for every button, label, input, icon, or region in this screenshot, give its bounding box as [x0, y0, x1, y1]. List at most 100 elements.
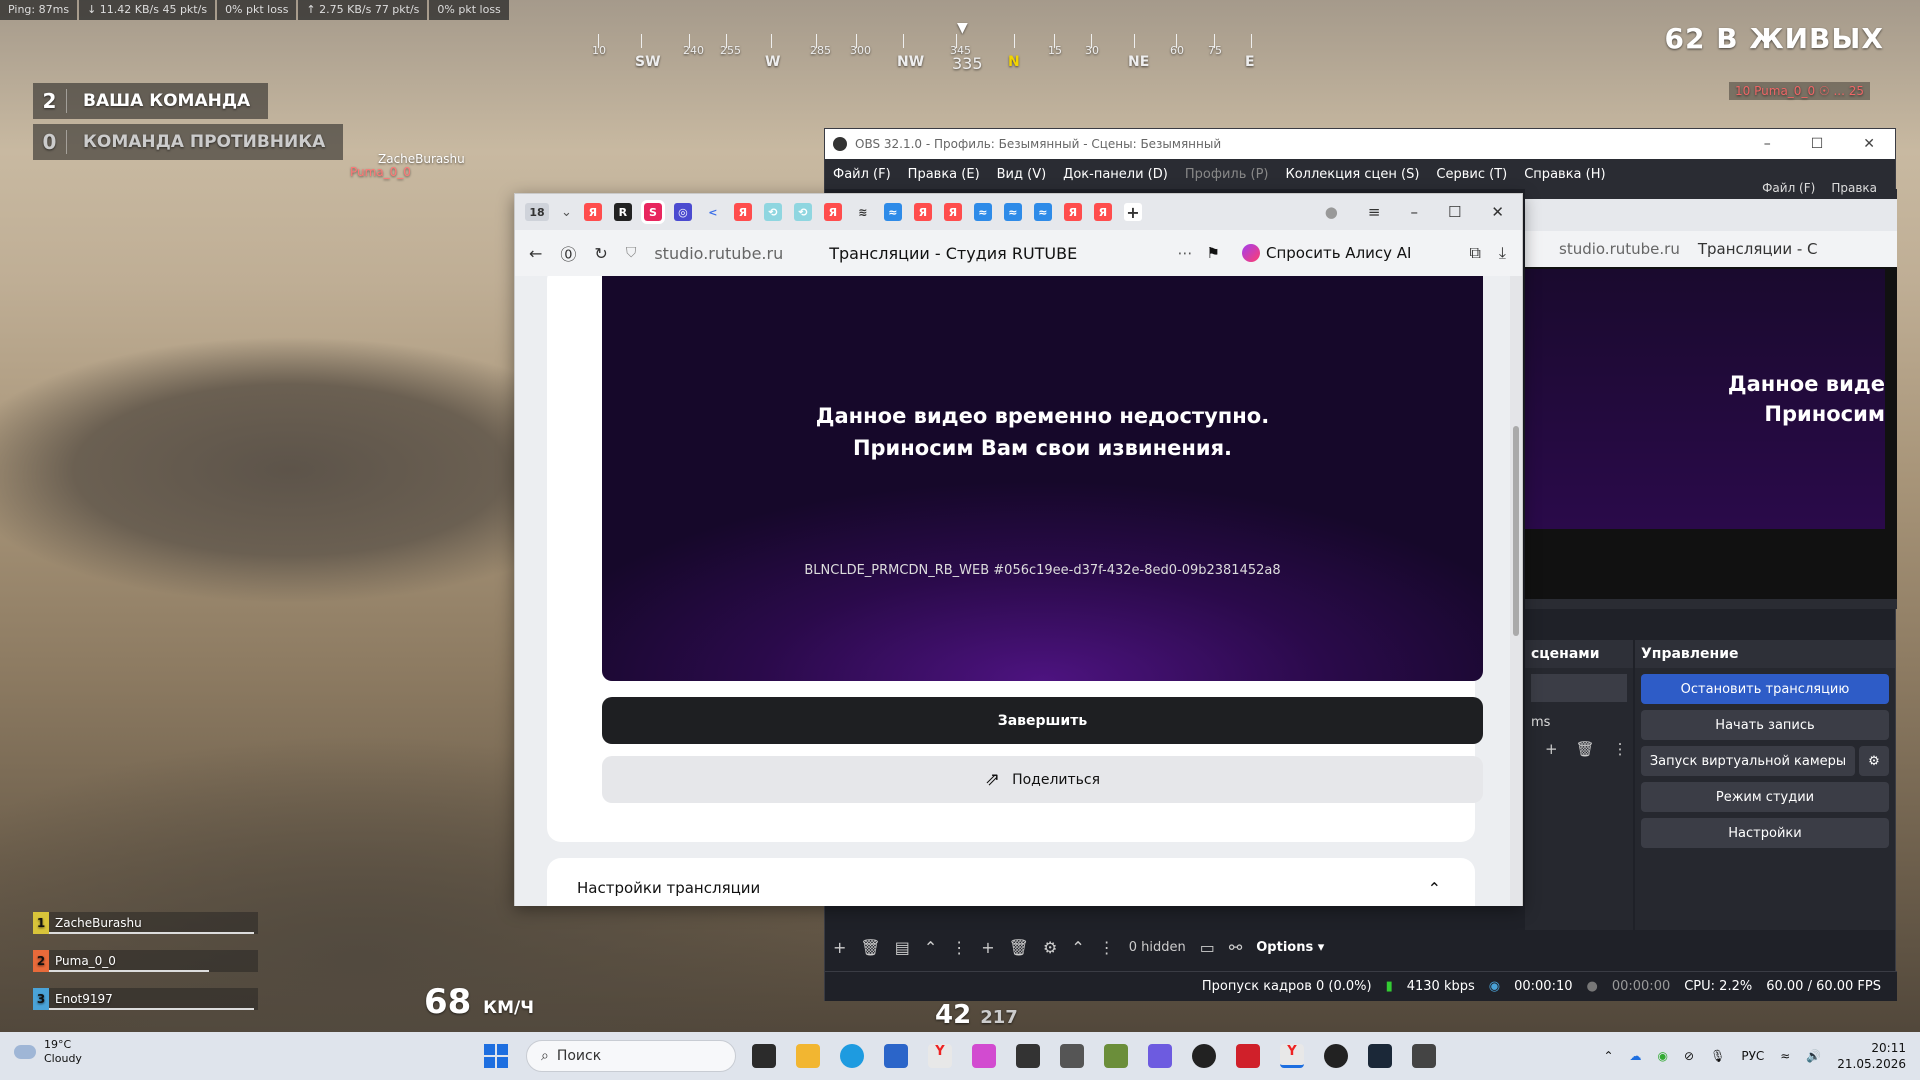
volume-icon[interactable]: 🔊: [1806, 1049, 1821, 1063]
obs-menu-item[interactable]: Коллекция сцен (S): [1285, 167, 1419, 182]
remove-audio-icon[interactable]: 🗑: [1009, 938, 1029, 957]
chevron-up-icon[interactable]: ⌃: [1428, 879, 1441, 898]
chevron-down-icon[interactable]: ⌄: [561, 205, 572, 220]
app-icon[interactable]: [1060, 1044, 1084, 1068]
app-tray-icon[interactable]: ◉: [1658, 1049, 1668, 1063]
filter-icon[interactable]: ▤: [895, 938, 910, 957]
maximize-icon[interactable]: ☐: [1448, 203, 1461, 221]
wifi-tab-icon[interactable]: ≈: [1033, 203, 1052, 221]
yandex-tab-icon[interactable]: Я: [1093, 203, 1112, 221]
scenes-item[interactable]: ms: [1531, 708, 1627, 736]
more-icon[interactable]: ⋮: [951, 938, 967, 957]
gear-icon[interactable]: ⚙: [1859, 746, 1889, 776]
app-icon[interactable]: [1016, 1044, 1040, 1068]
stream-settings-section[interactable]: Настройки трансляции ⌃: [547, 858, 1475, 906]
move-up-icon[interactable]: ⌃: [924, 938, 937, 957]
app-icon[interactable]: [972, 1044, 996, 1068]
add-audio-icon[interactable]: +: [981, 938, 994, 957]
app-icon[interactable]: [1148, 1044, 1172, 1068]
yandex-tab-icon[interactable]: Я: [733, 203, 752, 221]
ask-alice-button[interactable]: Спросить Алису AI: [1266, 244, 1412, 262]
link-tab-icon[interactable]: ⟲: [763, 203, 782, 221]
more-icon[interactable]: ⋯: [1178, 244, 1193, 262]
chevron-up-icon[interactable]: ⌃: [1071, 938, 1084, 957]
close-icon[interactable]: ✕: [1863, 136, 1875, 152]
link-icon[interactable]: ⚯: [1229, 938, 1242, 957]
profile-icon[interactable]: ●: [1325, 203, 1338, 221]
network-off-icon[interactable]: ⊘: [1684, 1049, 1694, 1063]
more-icon[interactable]: ⋮: [1099, 938, 1115, 957]
layout-icon[interactable]: ▭: [1200, 938, 1215, 957]
yandex-tab-icon[interactable]: Я: [583, 203, 602, 221]
yandex-browser-icon[interactable]: Y: [928, 1044, 952, 1068]
maximize-icon[interactable]: ☐: [1811, 136, 1824, 152]
task-view-icon[interactable]: [752, 1044, 776, 1068]
send-tab-icon[interactable]: <: [704, 203, 722, 221]
wifi-tab-icon[interactable]: ≈: [973, 203, 992, 221]
clock[interactable]: 20:11 21.05.2026: [1837, 1040, 1906, 1072]
wifi-tab-icon[interactable]: ≈: [883, 203, 902, 221]
finish-button[interactable]: Завершить: [602, 697, 1483, 744]
app-icon[interactable]: [1412, 1044, 1436, 1068]
menu-icon[interactable]: ≡: [1368, 203, 1381, 221]
yandex-tab-icon[interactable]: Я: [913, 203, 932, 221]
start-record-button[interactable]: Начать запись: [1641, 710, 1889, 740]
store-icon[interactable]: [884, 1044, 908, 1068]
gear-icon[interactable]: ⚙: [1043, 938, 1057, 957]
obs-menu-item[interactable]: Профиль (P): [1185, 167, 1269, 182]
scrollbar[interactable]: [1510, 276, 1522, 906]
download-icon[interactable]: ⤓: [1499, 243, 1506, 263]
trash-icon[interactable]: 🗑: [1576, 740, 1595, 758]
yandex-tab-icon[interactable]: Я: [823, 203, 842, 221]
bookmark-icon[interactable]: ⚑: [1207, 244, 1220, 262]
options-button[interactable]: Options ▾: [1256, 940, 1324, 955]
chatgpt-icon[interactable]: [1192, 1044, 1216, 1068]
rutube-studio-tab-icon[interactable]: S: [640, 200, 665, 224]
wifi-tab-icon[interactable]: ≈: [1003, 203, 1022, 221]
minimize-icon[interactable]: –: [1410, 203, 1418, 221]
shield-icon[interactable]: ⓪: [560, 241, 576, 265]
obs-menu-item[interactable]: Вид (V): [997, 167, 1047, 182]
new-tab-icon[interactable]: +: [1123, 203, 1142, 222]
app-tab-icon[interactable]: ◎: [673, 203, 692, 221]
reload-icon[interactable]: ↻: [594, 244, 607, 263]
start-button[interactable]: [484, 1044, 508, 1068]
rss-tab-icon[interactable]: ≋: [854, 203, 872, 221]
onedrive-icon[interactable]: ☁: [1630, 1049, 1642, 1063]
scrollbar-thumb[interactable]: [1513, 426, 1519, 636]
link-tab-icon[interactable]: ⟲: [793, 203, 812, 221]
obs-icon[interactable]: [1324, 1044, 1348, 1068]
chevron-up-icon[interactable]: ⌃: [1603, 1049, 1613, 1063]
settings-button[interactable]: Настройки: [1641, 818, 1889, 848]
r-tab-icon[interactable]: R: [613, 203, 632, 221]
obs-menu-item[interactable]: Док-панели (D): [1063, 167, 1168, 182]
wps-icon[interactable]: [1236, 1044, 1260, 1068]
keyboard-language[interactable]: РУС: [1741, 1049, 1764, 1063]
more-icon[interactable]: ⋮: [1613, 740, 1628, 758]
file-explorer-icon[interactable]: [796, 1044, 820, 1068]
yandex-tab-icon[interactable]: Я: [943, 203, 962, 221]
obs-menu-item[interactable]: Правка (E): [908, 167, 980, 182]
edge-icon[interactable]: [840, 1044, 864, 1068]
obs-menu-item[interactable]: Справка (H): [1524, 167, 1605, 182]
wifi-icon[interactable]: ≈: [1780, 1049, 1790, 1063]
add-icon[interactable]: +: [1545, 740, 1558, 758]
remove-source-icon[interactable]: 🗑: [860, 938, 880, 957]
close-icon[interactable]: ✕: [1491, 203, 1504, 221]
stop-stream-button[interactable]: Остановить трансляцию: [1641, 674, 1889, 704]
taskbar-search[interactable]: ⌕ Поиск: [526, 1040, 736, 1072]
weather-widget[interactable]: 19°C Cloudy: [14, 1038, 82, 1066]
back-icon[interactable]: ←: [529, 244, 542, 263]
tab-counter[interactable]: 18: [525, 203, 549, 221]
microphone-icon[interactable]: 🎙: [1710, 1049, 1725, 1063]
yandex-tab-icon[interactable]: Я: [1063, 203, 1082, 221]
obs-menu-item[interactable]: Файл (F): [833, 167, 891, 182]
steam-icon[interactable]: [1368, 1044, 1392, 1068]
obs-menu-item[interactable]: Сервис (T): [1436, 167, 1507, 182]
yandex-browser-icon[interactable]: Y: [1280, 1044, 1304, 1068]
minimize-icon[interactable]: –: [1764, 136, 1771, 152]
video-player[interactable]: Данное видео временно недоступно. Принос…: [602, 276, 1483, 681]
url-text[interactable]: studio.rutube.ru: [654, 244, 783, 263]
virtual-camera-button[interactable]: Запуск виртуальной камеры: [1641, 746, 1855, 776]
studio-mode-button[interactable]: Режим студии: [1641, 782, 1889, 812]
